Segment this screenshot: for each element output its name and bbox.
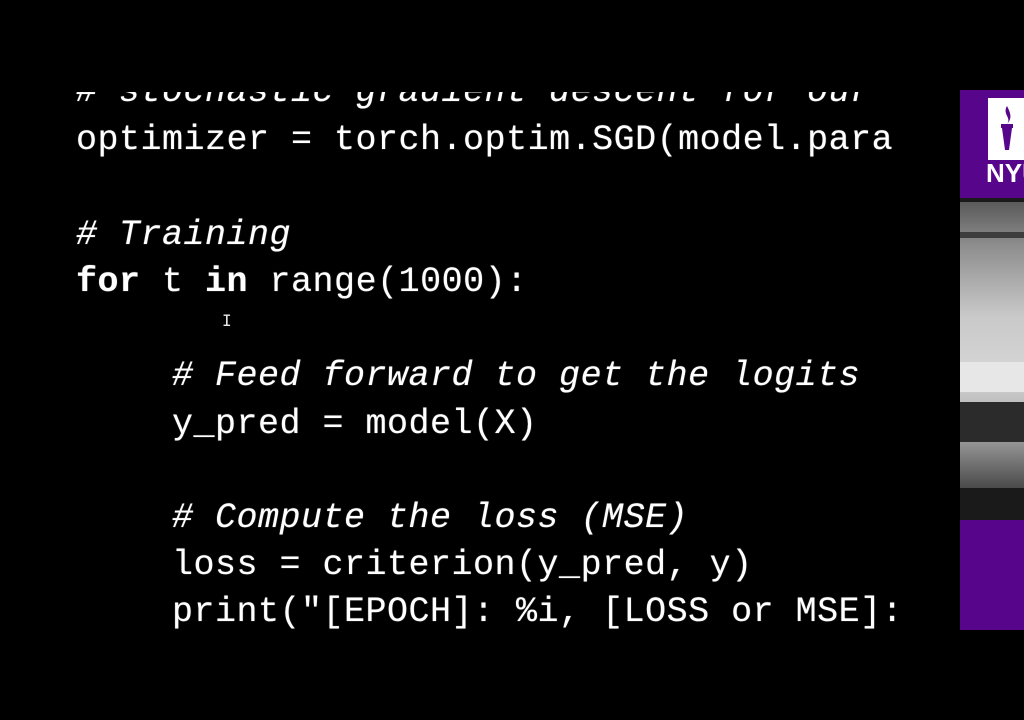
nyu-logo-text: NYU — [986, 158, 1024, 188]
keyword-in: in — [205, 262, 249, 302]
lecture-room-video — [960, 202, 1024, 488]
code-line-print: print("[EPOCH]: %i, [LOSS or MSE]: — [172, 592, 904, 632]
presenter-video-overlay: NYU — [960, 90, 1024, 630]
purple-panel — [960, 520, 1024, 630]
keyword-for: for — [76, 262, 141, 302]
loop-variable: t — [140, 262, 206, 302]
code-slide: # stochastic gradient descent for our op… — [0, 0, 960, 720]
code-line-sgd-comment: # stochastic gradient descent for our — [76, 72, 872, 112]
code-line-y-pred: y_pred = model(X) — [172, 404, 538, 444]
torch-icon — [988, 98, 1024, 160]
code-line-for-loop: for t in range(1000): — [76, 262, 528, 302]
code-line-training-comment: # Training — [76, 215, 292, 255]
code-line-optimizer: optimizer = torch.optim.SGD(model.para — [76, 120, 894, 160]
loop-range: range(1000): — [248, 262, 528, 302]
code-line-loss: loss = criterion(y_pred, y) — [172, 545, 753, 585]
nyu-logo: NYU — [960, 90, 1024, 198]
code-line-loss-comment: # Compute the loss (MSE) — [172, 498, 689, 538]
text-cursor-icon: I — [222, 311, 232, 330]
code-line-feed-forward-comment: # Feed forward to get the logits — [172, 356, 861, 396]
slide-screen: # stochastic gradient descent for our op… — [0, 0, 1024, 720]
